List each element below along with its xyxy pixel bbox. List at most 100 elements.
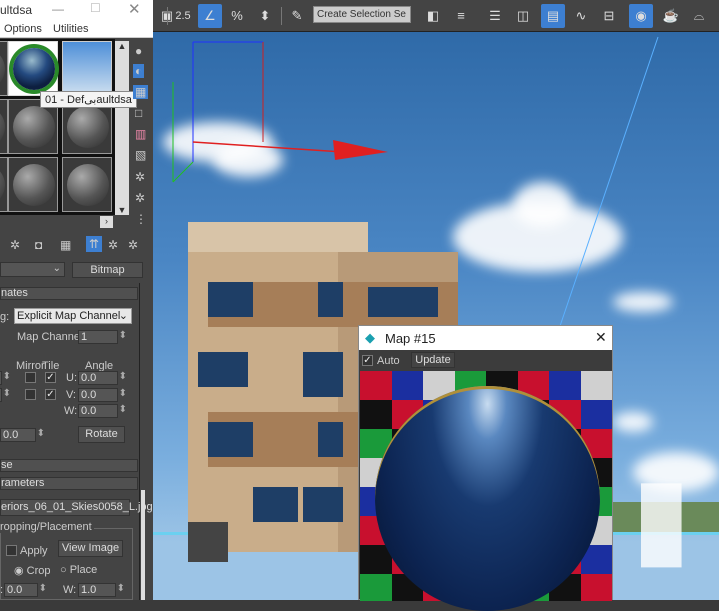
checker-cell [549,371,581,400]
update-button[interactable]: Update [411,352,455,368]
close-button[interactable]: ✕ [128,0,141,18]
sample-slot[interactable] [8,157,58,212]
make-preview-icon[interactable]: ▧ [135,148,146,162]
map-name-dropdown[interactable]: ⌄ [0,262,65,277]
go-forward-sibling-icon[interactable]: ✲ [108,238,118,252]
render-setup-icon[interactable]: ☕ [659,4,683,28]
map-type-button[interactable]: Bitmap [72,262,143,278]
backlight-icon[interactable]: ◐ [133,64,145,78]
close-button[interactable]: ✕ [595,329,607,346]
percent-snap-icon[interactable]: % [225,4,249,28]
rollout-scrollbar[interactable] [141,490,145,600]
sample-slot-sky[interactable] [62,41,112,96]
menu-utilities[interactable]: Utilities [53,23,88,35]
snaps-toggle[interactable]: 2.5 [171,4,195,28]
u-tile-checkbox[interactable]: ✓ [45,372,56,383]
snap-value: 2.5 [175,10,191,22]
checker-cell [360,574,392,601]
material-editor-icon[interactable]: ◉ [629,4,653,28]
rotate-button[interactable]: Rotate [78,426,125,443]
menu-bar: Options Utilities [0,20,153,38]
menu-options[interactable]: Options [4,23,42,35]
rollout-coordinates[interactable]: nates [0,287,138,300]
edit-named-selection-icon[interactable]: ✎ [285,4,309,28]
u-angle-spinner[interactable]: 0.0 [78,371,127,385]
video-color-check-icon[interactable]: ▥ [135,127,146,141]
crop-radio[interactable]: ◉ Crop [14,564,51,577]
map-channel-spinner[interactable]: 1 [78,330,127,344]
map-channel-label: Map Channel: [17,331,86,343]
main-toolbar: ▣ 2.5 ∠ % ⬍ ✎ Create Selection Se ◧ ≡ ☰ … [153,0,719,32]
sample-slot[interactable] [62,157,112,212]
mapping-dropdown[interactable]: Explicit Map Channel ⌄ [14,308,132,324]
blur-spinner[interactable]: 0.0 [0,428,45,442]
uv-tiling-icon[interactable]: □ [135,106,142,120]
apply-label: Apply [20,545,48,557]
place-radio[interactable]: ○ Place [60,564,97,576]
u-crop-label: : [0,584,4,596]
w-crop-label: W: [63,584,77,596]
u-mirror-checkbox[interactable] [25,372,36,383]
sample-scrollbar[interactable]: ▲ ▼ [115,41,129,215]
v-mirror-checkbox[interactable] [25,389,36,400]
select-by-material-icon[interactable]: ✲ [135,191,145,205]
map-window-title: Map #15 [385,331,436,346]
angle-snap-icon[interactable]: ∠ [198,4,222,28]
app-icon: ◆ [365,330,375,345]
options-icon[interactable]: ✲ [135,170,145,184]
schematic-view-icon[interactable]: ⊟ [597,4,621,28]
u-crop-spinner[interactable]: 0.0 [4,583,47,597]
spinner-snap-icon[interactable]: ⬍ [253,4,277,28]
show-map-icon[interactable]: ▦ [60,238,71,252]
map-preview-window: ◆ Map #15 ✕ ✓ Auto Update [358,325,613,611]
auto-checkbox[interactable]: ✓ [362,355,373,366]
mirror-label: Mirror [16,360,45,372]
rollout-bitmap-parameters[interactable]: rameters [0,477,138,490]
curve-editor-icon[interactable]: ∿ [569,4,593,28]
w-angle-label: W: [64,405,78,417]
sample-type-icon[interactable]: ● [135,44,142,58]
named-selection-dropdown[interactable]: Create Selection Se [313,6,411,23]
map-window-title-bar: ◆ Map #15 ✕ [359,326,612,350]
mirror-icon[interactable]: ◧ [421,4,445,28]
map-preview-sphere [375,386,600,611]
minimize-button[interactable]: — [52,2,64,16]
scene-explorer-icon[interactable]: ☰ [483,4,507,28]
toggle-ribbon-icon[interactable]: ▤ [541,4,565,28]
put-to-library-icon[interactable]: ✲ [10,238,20,252]
material-editor-panel: ultdsa — ☐ ✕ Options Utilities ▲ ▼ › 01 … [0,0,153,600]
tooltip: 01 - Defبیaultdsa [40,91,137,108]
u-offset-spinner[interactable] [0,371,11,385]
background-icon[interactable]: ▦ [133,85,149,99]
mapping-label: g: [0,311,10,323]
checker-cell [360,400,392,429]
go-to-parent-icon[interactable]: ⇈ [86,236,103,252]
material-id-channel-icon[interactable]: ◘ [35,238,42,252]
sample-slots [0,39,115,215]
tile-label: Tile [42,360,60,372]
v-offset-spinner[interactable] [0,388,11,402]
window-title: ultdsa [0,3,33,17]
v-tile-checkbox[interactable]: ✓ [45,389,56,400]
bitmap-file-button[interactable]: eriors_06_01_Skies0058_L.jpg [0,499,153,516]
checker-cell [360,371,392,400]
view-image-button[interactable]: View Image [58,540,123,557]
auto-label: Auto [377,355,400,367]
pick-material-icon[interactable]: ✲ [128,238,138,252]
w-crop-spinner[interactable]: 1.0 [78,583,125,597]
align-icon[interactable]: ≡ [449,4,473,28]
checker-cell [580,371,612,400]
layer-explorer-icon[interactable]: ◫ [511,4,535,28]
apply-checkbox[interactable] [6,545,17,556]
u-angle-label: U: [66,372,77,384]
rollout-noise[interactable]: se [0,459,138,472]
checker-cell [580,400,612,429]
render-frame-icon[interactable]: ⌓ [687,4,711,28]
w-angle-spinner[interactable]: 0.0 [78,404,127,418]
material-map-navigator-icon[interactable]: ⋮ [135,212,147,226]
v-angle-spinner[interactable]: 0.0 [78,388,127,402]
scroll-right-button[interactable]: › [100,216,113,228]
v-angle-label: V: [66,389,76,401]
maximize-button[interactable]: ☐ [90,1,101,15]
sample-slot-selected[interactable] [8,41,58,96]
